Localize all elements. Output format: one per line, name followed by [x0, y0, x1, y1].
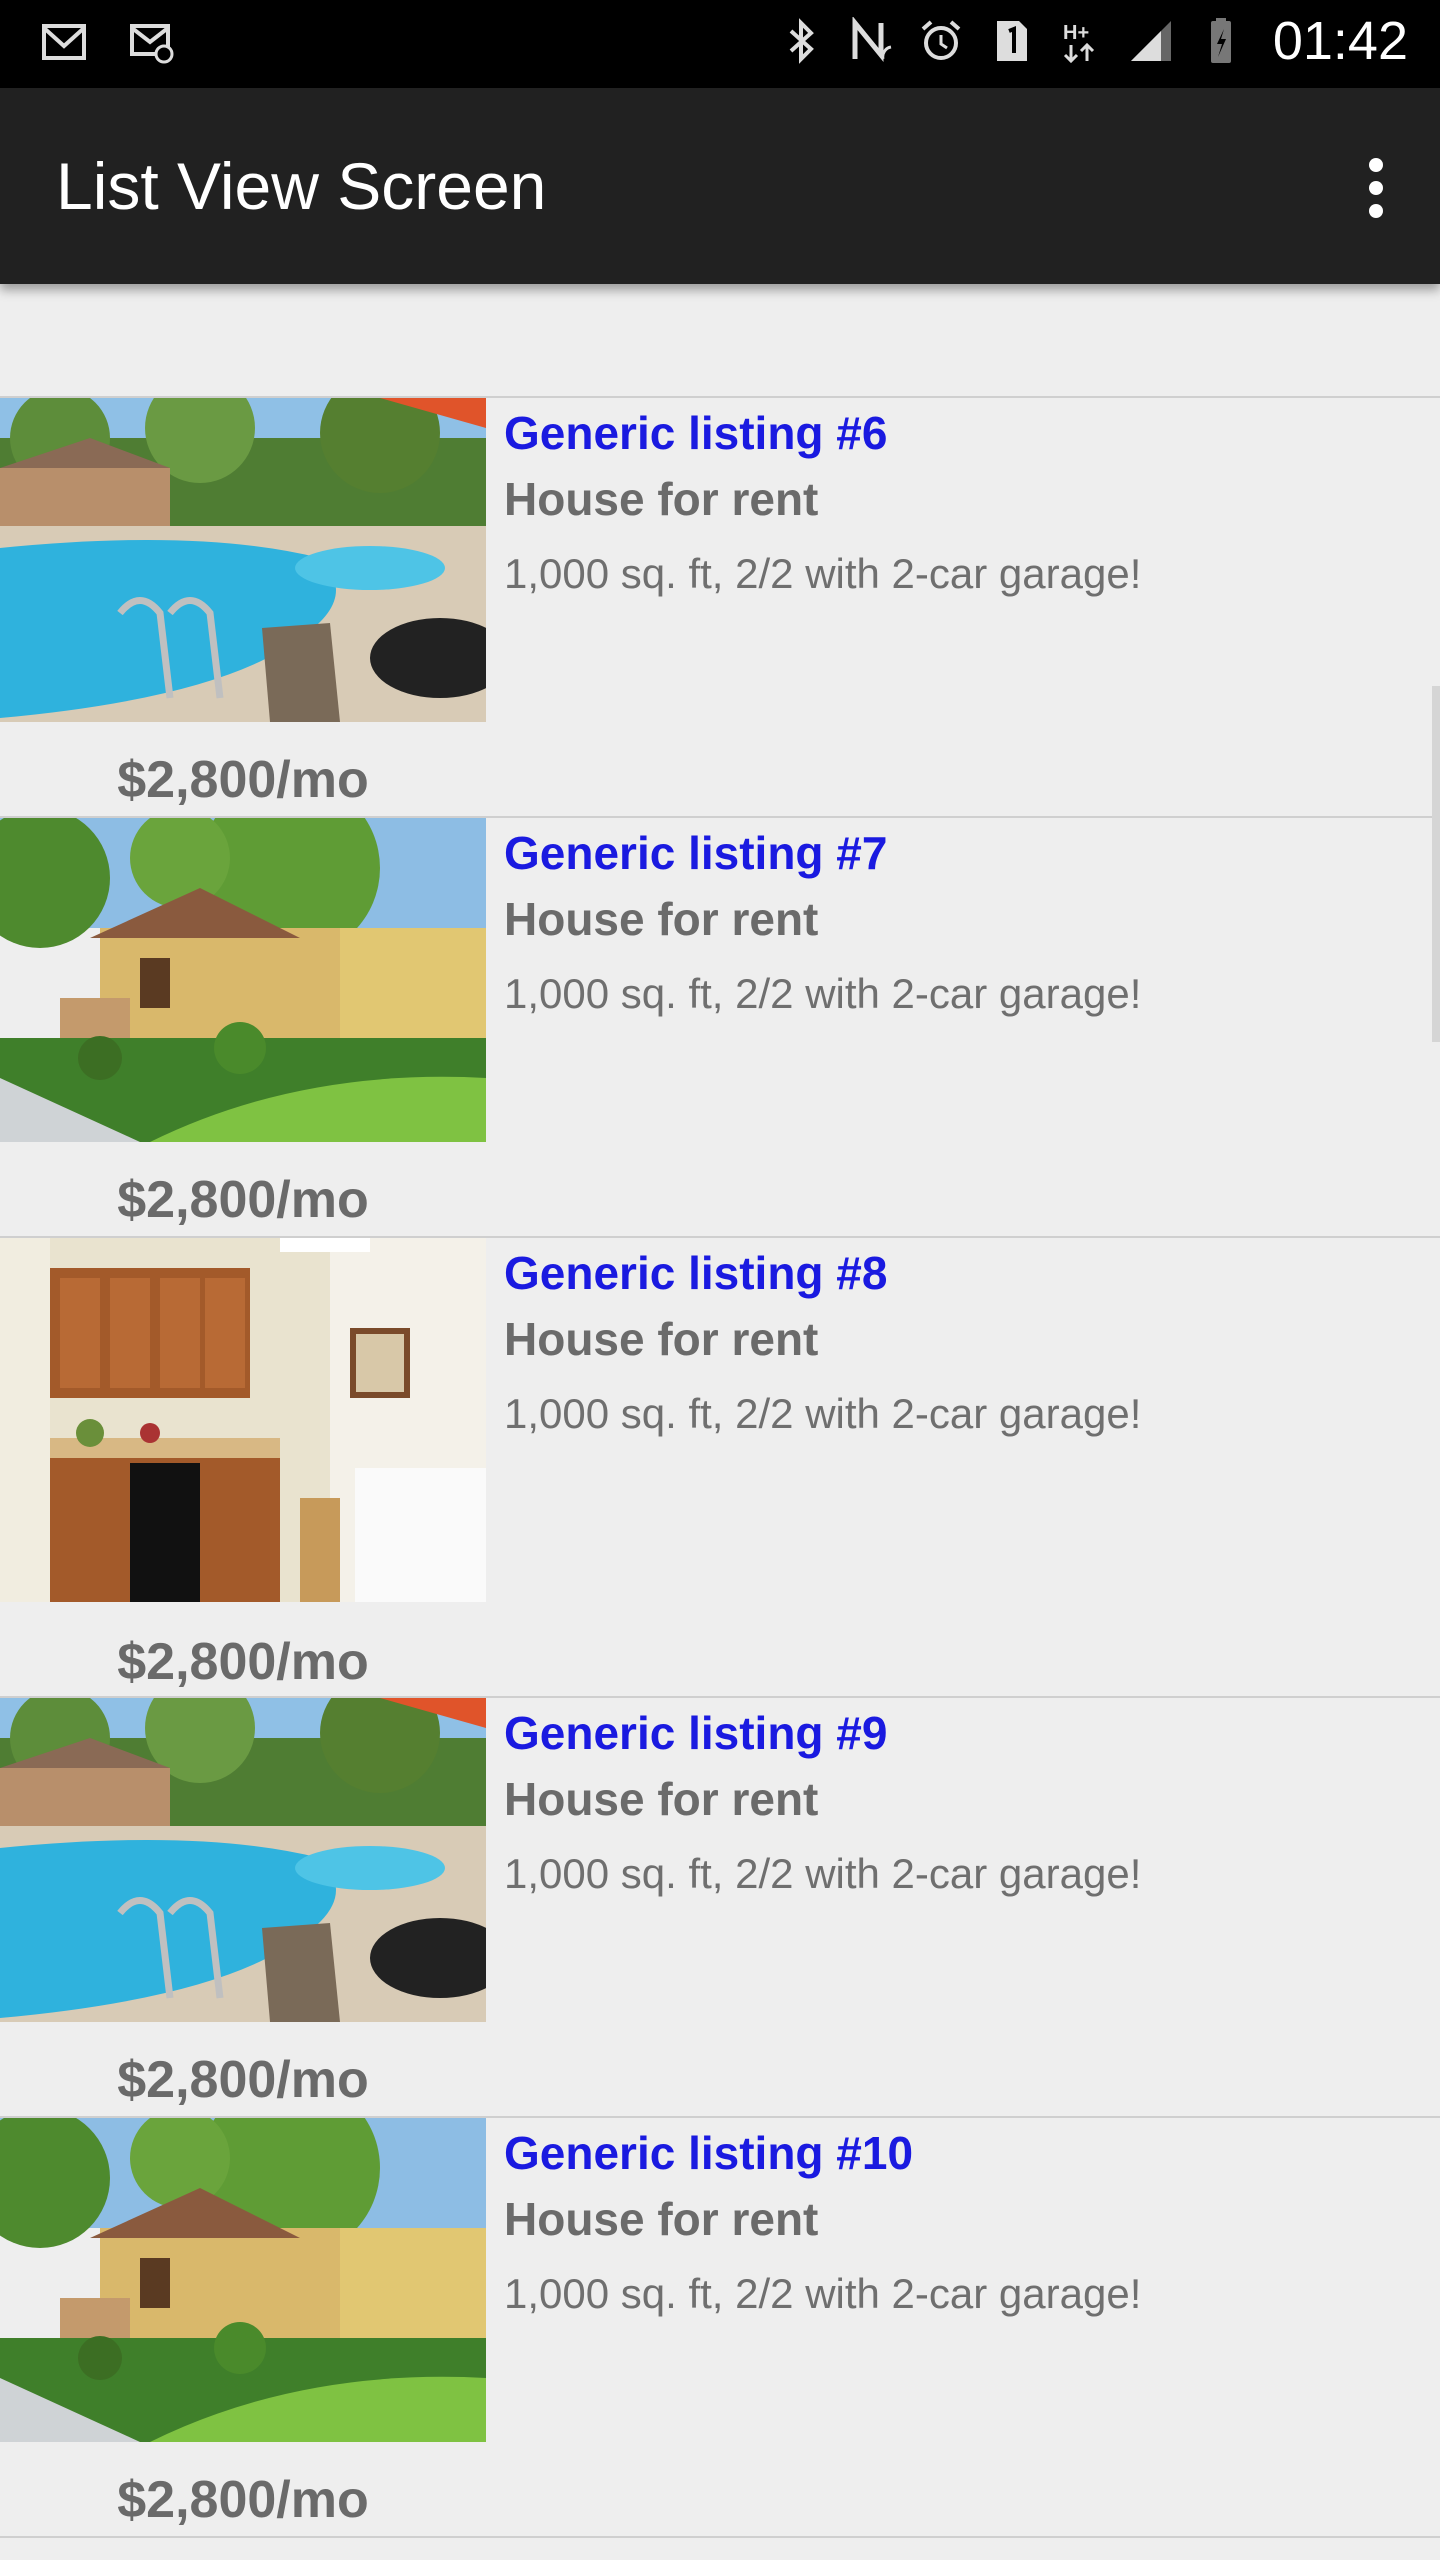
- overflow-menu-icon[interactable]: [1352, 152, 1400, 224]
- listing-price: $2,800/mo: [117, 2471, 369, 2529]
- listing-subtitle: House for rent: [504, 2193, 819, 2245]
- data-hplus-icon: H+: [1057, 17, 1105, 65]
- listing-image: [0, 818, 486, 1142]
- status-clock: 01:42: [1272, 11, 1408, 71]
- app-bar: List View Screen: [0, 88, 1440, 284]
- status-bar: H+ 01:42: [0, 0, 1440, 88]
- list-divider: [0, 2536, 1440, 2538]
- listing-subtitle: House for rent: [504, 1313, 819, 1365]
- listing-image: [0, 2118, 486, 2442]
- sim-icon: [987, 17, 1035, 65]
- listing-title[interactable]: Generic listing #9: [504, 1706, 887, 1760]
- listing-title[interactable]: Generic listing #7: [504, 826, 887, 880]
- listing-price: $2,800/mo: [117, 751, 369, 809]
- svg-text:H+: H+: [1063, 22, 1089, 44]
- gmail-icon: [40, 18, 88, 66]
- list-item[interactable]: Generic listing #7 House for rent 1,000 sq…: [0, 816, 1440, 1238]
- listing-price: $2,800/mo: [117, 1633, 369, 1691]
- listing-title[interactable]: Generic listing #8: [504, 1246, 887, 1300]
- listing-price: $2,800/mo: [117, 2051, 369, 2109]
- listing-image: [0, 1238, 486, 1602]
- listing-title[interactable]: Generic listing #6: [504, 406, 887, 460]
- nfc-icon: [847, 17, 895, 65]
- list-item[interactable]: Generic listing #6 House for rent 1,000 sq…: [0, 396, 1440, 818]
- listing-image: [0, 1698, 486, 2022]
- battery-icon: [1197, 17, 1245, 65]
- scrollbar[interactable]: [1432, 686, 1440, 1042]
- listing-description: 1,000 sq. ft, 2/2 with 2-car garage!: [504, 1390, 1142, 1437]
- listing-subtitle: House for rent: [504, 893, 819, 945]
- listing-description: 1,000 sq. ft, 2/2 with 2-car garage!: [504, 970, 1142, 1017]
- listing-price: $2,800/mo: [117, 1171, 369, 1229]
- listing-description: 1,000 sq. ft, 2/2 with 2-car garage!: [504, 1850, 1142, 1897]
- listing-image: [0, 398, 486, 722]
- list-item[interactable]: Generic listing #10 House for rent 1,000 s…: [0, 2116, 1440, 2538]
- listing-description: 1,000 sq. ft, 2/2 with 2-car garage!: [504, 550, 1142, 597]
- email-icon: [128, 18, 176, 66]
- list-item[interactable]: Generic listing #9 House for rent 1,000 sq…: [0, 1696, 1440, 2118]
- listing-subtitle: House for rent: [504, 1773, 819, 1825]
- alarm-icon: [917, 17, 965, 65]
- listing-description: 1,000 sq. ft, 2/2 with 2-car garage!: [504, 2270, 1142, 2317]
- signal-icon: [1127, 17, 1175, 65]
- list-item[interactable]: Generic listing #8 House for rent 1,000 sq…: [0, 1236, 1440, 1698]
- app-title: List View Screen: [56, 149, 547, 223]
- bluetooth-icon: [777, 17, 825, 65]
- listing-subtitle: House for rent: [504, 473, 819, 525]
- listing-title[interactable]: Generic listing #10: [504, 2126, 913, 2180]
